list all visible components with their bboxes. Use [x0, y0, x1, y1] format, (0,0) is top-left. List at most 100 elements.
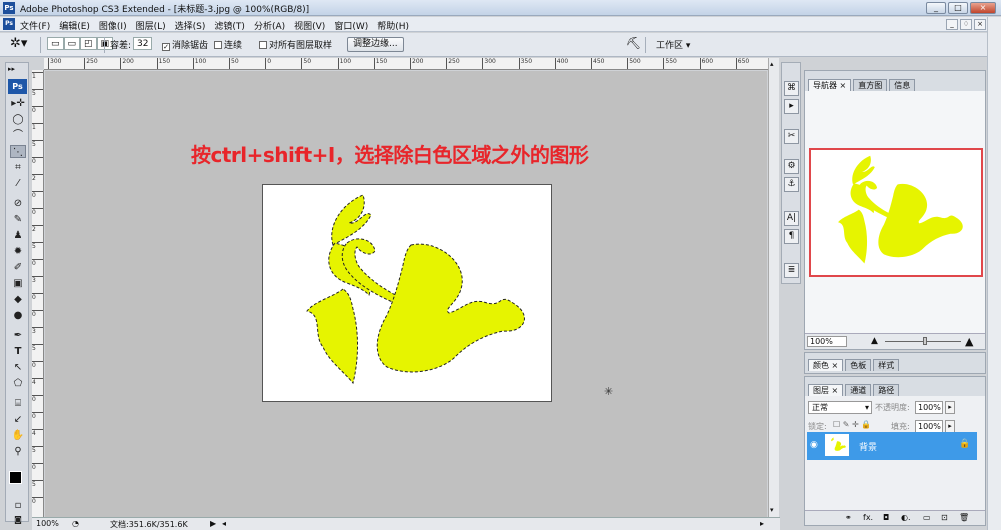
menu-analysis[interactable]: 分析(A) [254, 19, 285, 32]
navigator-preview[interactable] [809, 148, 983, 277]
zoom-out-icon[interactable]: ▲ [871, 336, 878, 346]
history-brush-icon[interactable]: ✹ [10, 245, 26, 258]
magic-wand-icon[interactable]: ✲▾ [10, 36, 27, 51]
lock-icons[interactable]: ☐ ✎ ✛ 🔒 [833, 420, 871, 429]
antialias-checkbox[interactable]: ✓ 消除锯齿 [162, 38, 208, 51]
brush-tool-icon[interactable]: ✎ [10, 213, 26, 226]
contiguous-checkbox[interactable]: 连续 [214, 38, 242, 51]
ruler-tick-label: 0 [32, 361, 43, 369]
tab-color[interactable]: 颜色 × [808, 359, 844, 371]
gradient-tool-icon[interactable]: ▣ [10, 277, 26, 290]
maximize-button[interactable]: □ [948, 2, 968, 14]
status-icon[interactable]: ◔ [72, 519, 79, 528]
foreground-color-swatch[interactable] [9, 471, 22, 484]
tab-styles[interactable]: 样式 [873, 359, 900, 371]
brushes-palette-icon[interactable]: ⛏ [626, 36, 641, 50]
tab-info[interactable]: 信息 [889, 79, 916, 91]
menu-help[interactable]: 帮助(H) [377, 19, 409, 32]
dock-clone-icon[interactable]: ⚓ [784, 177, 799, 192]
shape-tool-icon[interactable]: ⬠ [10, 377, 26, 390]
clone-stamp-icon[interactable]: ♟ [10, 229, 26, 242]
tab-channels[interactable]: 通道 [845, 384, 872, 396]
adjustment-layer-icon[interactable]: ◐. [901, 513, 911, 522]
path-selection-icon[interactable]: ↖ [10, 361, 26, 374]
dock-brushes-icon[interactable]: ⚙ [784, 159, 799, 174]
blur-tool-icon[interactable]: ◆ [10, 293, 26, 306]
scroll-up-icon[interactable]: ▴ [770, 60, 774, 68]
menu-file[interactable]: 文件(F) [20, 19, 50, 32]
toolbox-collapse-icon[interactable]: ▸▸ [8, 65, 15, 73]
blend-mode-select[interactable]: 正常 ▾ [808, 401, 872, 414]
scroll-down-icon[interactable]: ▾ [770, 506, 774, 514]
doc-close-button[interactable]: × [974, 19, 986, 30]
pen-tool-icon[interactable]: ✒ [10, 329, 26, 342]
sample-all-layers-checkbox[interactable]: 对所有图层取样 [259, 38, 332, 51]
subtract-selection-icon[interactable]: ◰ [80, 37, 97, 50]
dock-tools-icon[interactable]: ✂ [784, 129, 799, 144]
menu-window[interactable]: 窗口(W) [334, 19, 368, 32]
dock-paragraph-icon[interactable]: ¶ [784, 229, 799, 244]
layer-row-background[interactable]: ◉ 背景 🔒 [807, 432, 977, 460]
tab-paths[interactable]: 路径 [873, 384, 900, 396]
tab-swatches[interactable]: 色板 [845, 359, 872, 371]
tolerance-input[interactable]: 32 [133, 37, 153, 50]
zoom-in-icon[interactable]: ▲ [965, 335, 973, 348]
hscroll-left-icon[interactable]: ◂ [222, 519, 226, 528]
refine-edge-button[interactable]: 调整边缘... [347, 37, 404, 52]
dodge-tool-icon[interactable]: ● [10, 309, 26, 322]
hscroll-right-icon[interactable]: ▸ [760, 519, 764, 528]
marquee-tool-icon[interactable]: ◯ [10, 113, 26, 126]
document-image[interactable] [262, 184, 552, 402]
add-selection-icon[interactable]: ▭ [63, 37, 81, 50]
dock-navigator-icon[interactable]: ⌘ [784, 81, 799, 96]
link-layers-icon[interactable]: ⚭ [845, 513, 852, 522]
photoshop-doc-icon[interactable]: Ps [3, 18, 15, 30]
magic-wand-tool-icon[interactable]: ⋱ [10, 145, 26, 158]
navigator-zoom-input[interactable]: 100% [807, 336, 847, 347]
opacity-arrow-icon[interactable]: ▸ [945, 401, 955, 414]
tab-navigator[interactable]: 导航器 × [808, 79, 852, 91]
status-menu-arrow-icon[interactable]: ▶ [210, 519, 216, 528]
crop-tool-icon[interactable]: ⌗ [10, 161, 26, 174]
layer-style-icon[interactable]: fx. [863, 513, 873, 522]
screen-mode-icon[interactable]: ◙ [10, 513, 26, 526]
new-group-icon[interactable]: ▭ [923, 513, 931, 522]
workspace-menu[interactable]: 工作区 ▾ [656, 38, 690, 51]
menu-filter[interactable]: 滤镜(T) [214, 19, 245, 32]
zoom-slider-thumb[interactable] [923, 337, 927, 345]
lasso-tool-icon[interactable]: ⌒ [10, 129, 26, 142]
toolbox-logo[interactable]: Ps [8, 79, 27, 94]
vertical-scrollbar[interactable]: ▴ ▾ [768, 58, 779, 518]
menu-view[interactable]: 视图(V) [294, 19, 325, 32]
eye-icon[interactable]: ◉ [810, 440, 818, 450]
opacity-input[interactable]: 100% [915, 401, 943, 414]
menu-layer[interactable]: 图层(L) [136, 19, 166, 32]
type-tool-icon[interactable]: T [10, 345, 26, 358]
healing-brush-icon[interactable]: ⊘ [10, 197, 26, 210]
zoom-tool-icon[interactable]: ⚲ [10, 445, 26, 458]
menu-select[interactable]: 选择(S) [175, 19, 206, 32]
move-tool-icon[interactable]: ▸✛ [10, 97, 26, 110]
doc-minimize-button[interactable]: _ [946, 19, 958, 30]
slice-tool-icon[interactable]: ⁄ [10, 177, 26, 190]
menu-edit[interactable]: 编辑(E) [59, 19, 90, 32]
dock-actions-icon[interactable]: ▸ [784, 99, 799, 114]
quick-mask-icon[interactable]: ▫ [10, 499, 26, 512]
zoom-level[interactable]: 100% [36, 519, 59, 528]
eyedropper-tool-icon[interactable]: ↙ [10, 413, 26, 426]
eraser-tool-icon[interactable]: ✐ [10, 261, 26, 274]
hand-tool-icon[interactable]: ✋ [10, 429, 26, 442]
new-layer-icon[interactable]: ⊡ [941, 513, 948, 522]
tab-layers[interactable]: 图层 × [808, 384, 844, 396]
trash-icon[interactable]: 🗑 [959, 513, 969, 522]
new-selection-icon[interactable]: ▭ [47, 37, 64, 50]
minimize-button[interactable]: _ [926, 2, 946, 14]
menu-image[interactable]: 图像(I) [99, 19, 127, 32]
notes-tool-icon[interactable]: ⌸ [10, 397, 26, 410]
close-button[interactable]: × [970, 2, 996, 14]
dock-character-icon[interactable]: A| [784, 211, 799, 226]
tab-histogram[interactable]: 直方图 [853, 79, 888, 91]
doc-restore-button[interactable]: ♢ [960, 19, 972, 30]
dock-layercomps-icon[interactable]: ≣ [784, 263, 799, 278]
layer-mask-icon[interactable]: ◘ [883, 513, 889, 522]
